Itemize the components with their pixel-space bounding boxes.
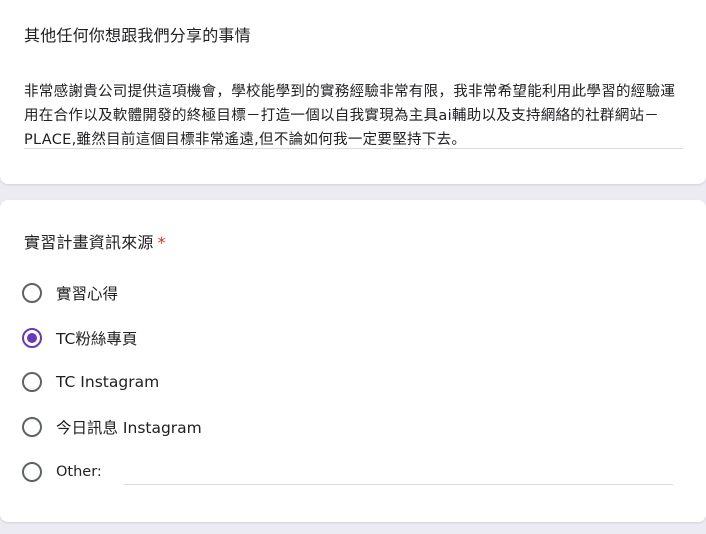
question-title-info-source: 實習計畫資訊來源 * (24, 229, 166, 253)
radio-unchecked-icon[interactable] (22, 462, 42, 482)
radio-unchecked-icon[interactable] (22, 372, 42, 392)
radio-option-label: 實習心得 (56, 285, 119, 303)
answer-underline (24, 148, 683, 149)
radio-option-label: Other: (56, 464, 102, 480)
question-card-other-feedback: 其他任何你想跟我們分享的事情 非常感謝貴公司提供這項機會，學校能學到的實務經驗非… (0, 0, 706, 184)
radio-option-tc-fanpage[interactable]: TC粉絲專頁 (22, 326, 662, 350)
radio-option-other[interactable]: Other: (22, 460, 662, 484)
question-title: 其他任何你想跟我們分享的事情 (24, 26, 251, 45)
radio-option-label: 今日訊息 Instagram (56, 419, 202, 437)
radio-unchecked-icon[interactable] (22, 283, 42, 303)
radio-option-tc-instagram[interactable]: TC Instagram (22, 370, 662, 394)
radio-option-label: TC粉絲專頁 (56, 330, 138, 348)
question-title-text: 實習計畫資訊來源 (24, 233, 154, 252)
radio-unchecked-icon[interactable] (22, 417, 42, 437)
other-text-input[interactable] (124, 484, 673, 485)
radio-option-internship-review[interactable]: 實習心得 (22, 281, 662, 305)
radio-option-today-news-instagram[interactable]: 今日訊息 Instagram (22, 415, 662, 439)
answer-textarea[interactable]: 非常感謝貴公司提供這項機會，學校能學到的實務經驗非常有限，我非常希望能利用此學習… (24, 80, 684, 152)
radio-option-label: TC Instagram (56, 373, 160, 391)
radio-checked-icon[interactable] (22, 328, 42, 348)
required-asterisk: * (157, 233, 166, 252)
